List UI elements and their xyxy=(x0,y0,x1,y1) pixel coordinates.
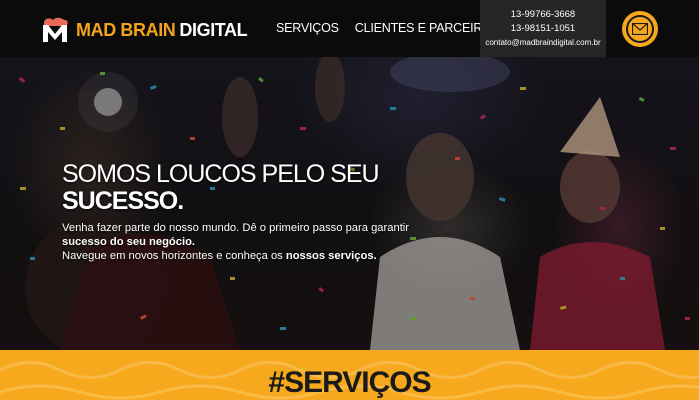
contact-email[interactable]: contato@madbraindigital.com.br xyxy=(480,36,606,50)
hero-paragraph-2: Navegue em novos horizontes e conheça os… xyxy=(62,250,422,264)
hero-paragraph-2-text: Navegue em novos horizontes e conheça os xyxy=(62,250,283,262)
hero-title-line2: SUCESSO. xyxy=(62,187,184,215)
brand-name-highlight: MAD BRAIN xyxy=(76,19,176,40)
services-heading: #SERVIÇOS xyxy=(268,366,431,399)
hero-description: Venha fazer parte do nosso mundo. Dê o p… xyxy=(62,222,422,265)
nav-item-clientes-parceiros[interactable]: CLIENTES E PARCEIROS xyxy=(355,21,500,35)
hero-paragraph-2-link[interactable]: nossos serviços. xyxy=(286,250,377,262)
contact-phone-2: 13-98151-1051 xyxy=(510,23,576,34)
services-section: #SERVIÇOS xyxy=(0,350,699,400)
brand-name: MAD BRAIN DIGITAL xyxy=(76,19,248,41)
hero-paragraph-1: Venha fazer parte do nosso mundo. Dê o p… xyxy=(62,222,422,249)
brain-logo-icon xyxy=(40,15,70,45)
mail-button[interactable] xyxy=(622,11,658,47)
hero-title-line1: SOMOS LOUCOS PELO SEU xyxy=(62,160,380,188)
hero-title: SOMOS LOUCOS PELO SEU SUCESSO. xyxy=(62,161,402,215)
contact-info: 13-99766-3668 13-98151-1051 contato@madb… xyxy=(480,0,606,57)
contact-phone-1: 13-99766-3668 xyxy=(510,9,576,20)
hero-banner: SOMOS LOUCOS PELO SEU SUCESSO. Venha faz… xyxy=(0,57,699,350)
site-logo[interactable]: MAD BRAIN DIGITAL xyxy=(40,15,248,45)
brand-name-rest: DIGITAL xyxy=(179,19,248,40)
main-nav: SERVIÇOS CLIENTES E PARCEIROS xyxy=(276,21,500,35)
nav-item-servicos[interactable]: SERVIÇOS xyxy=(276,21,339,35)
site-header: MAD BRAIN DIGITAL SERVIÇOS CLIENTES E PAR… xyxy=(0,0,699,57)
envelope-icon xyxy=(626,15,654,43)
hero-paragraph-1-bold: sucesso do seu negócio. xyxy=(62,235,196,248)
hero-paragraph-1-text: Venha fazer parte do nosso mundo. Dê o p… xyxy=(62,222,410,234)
